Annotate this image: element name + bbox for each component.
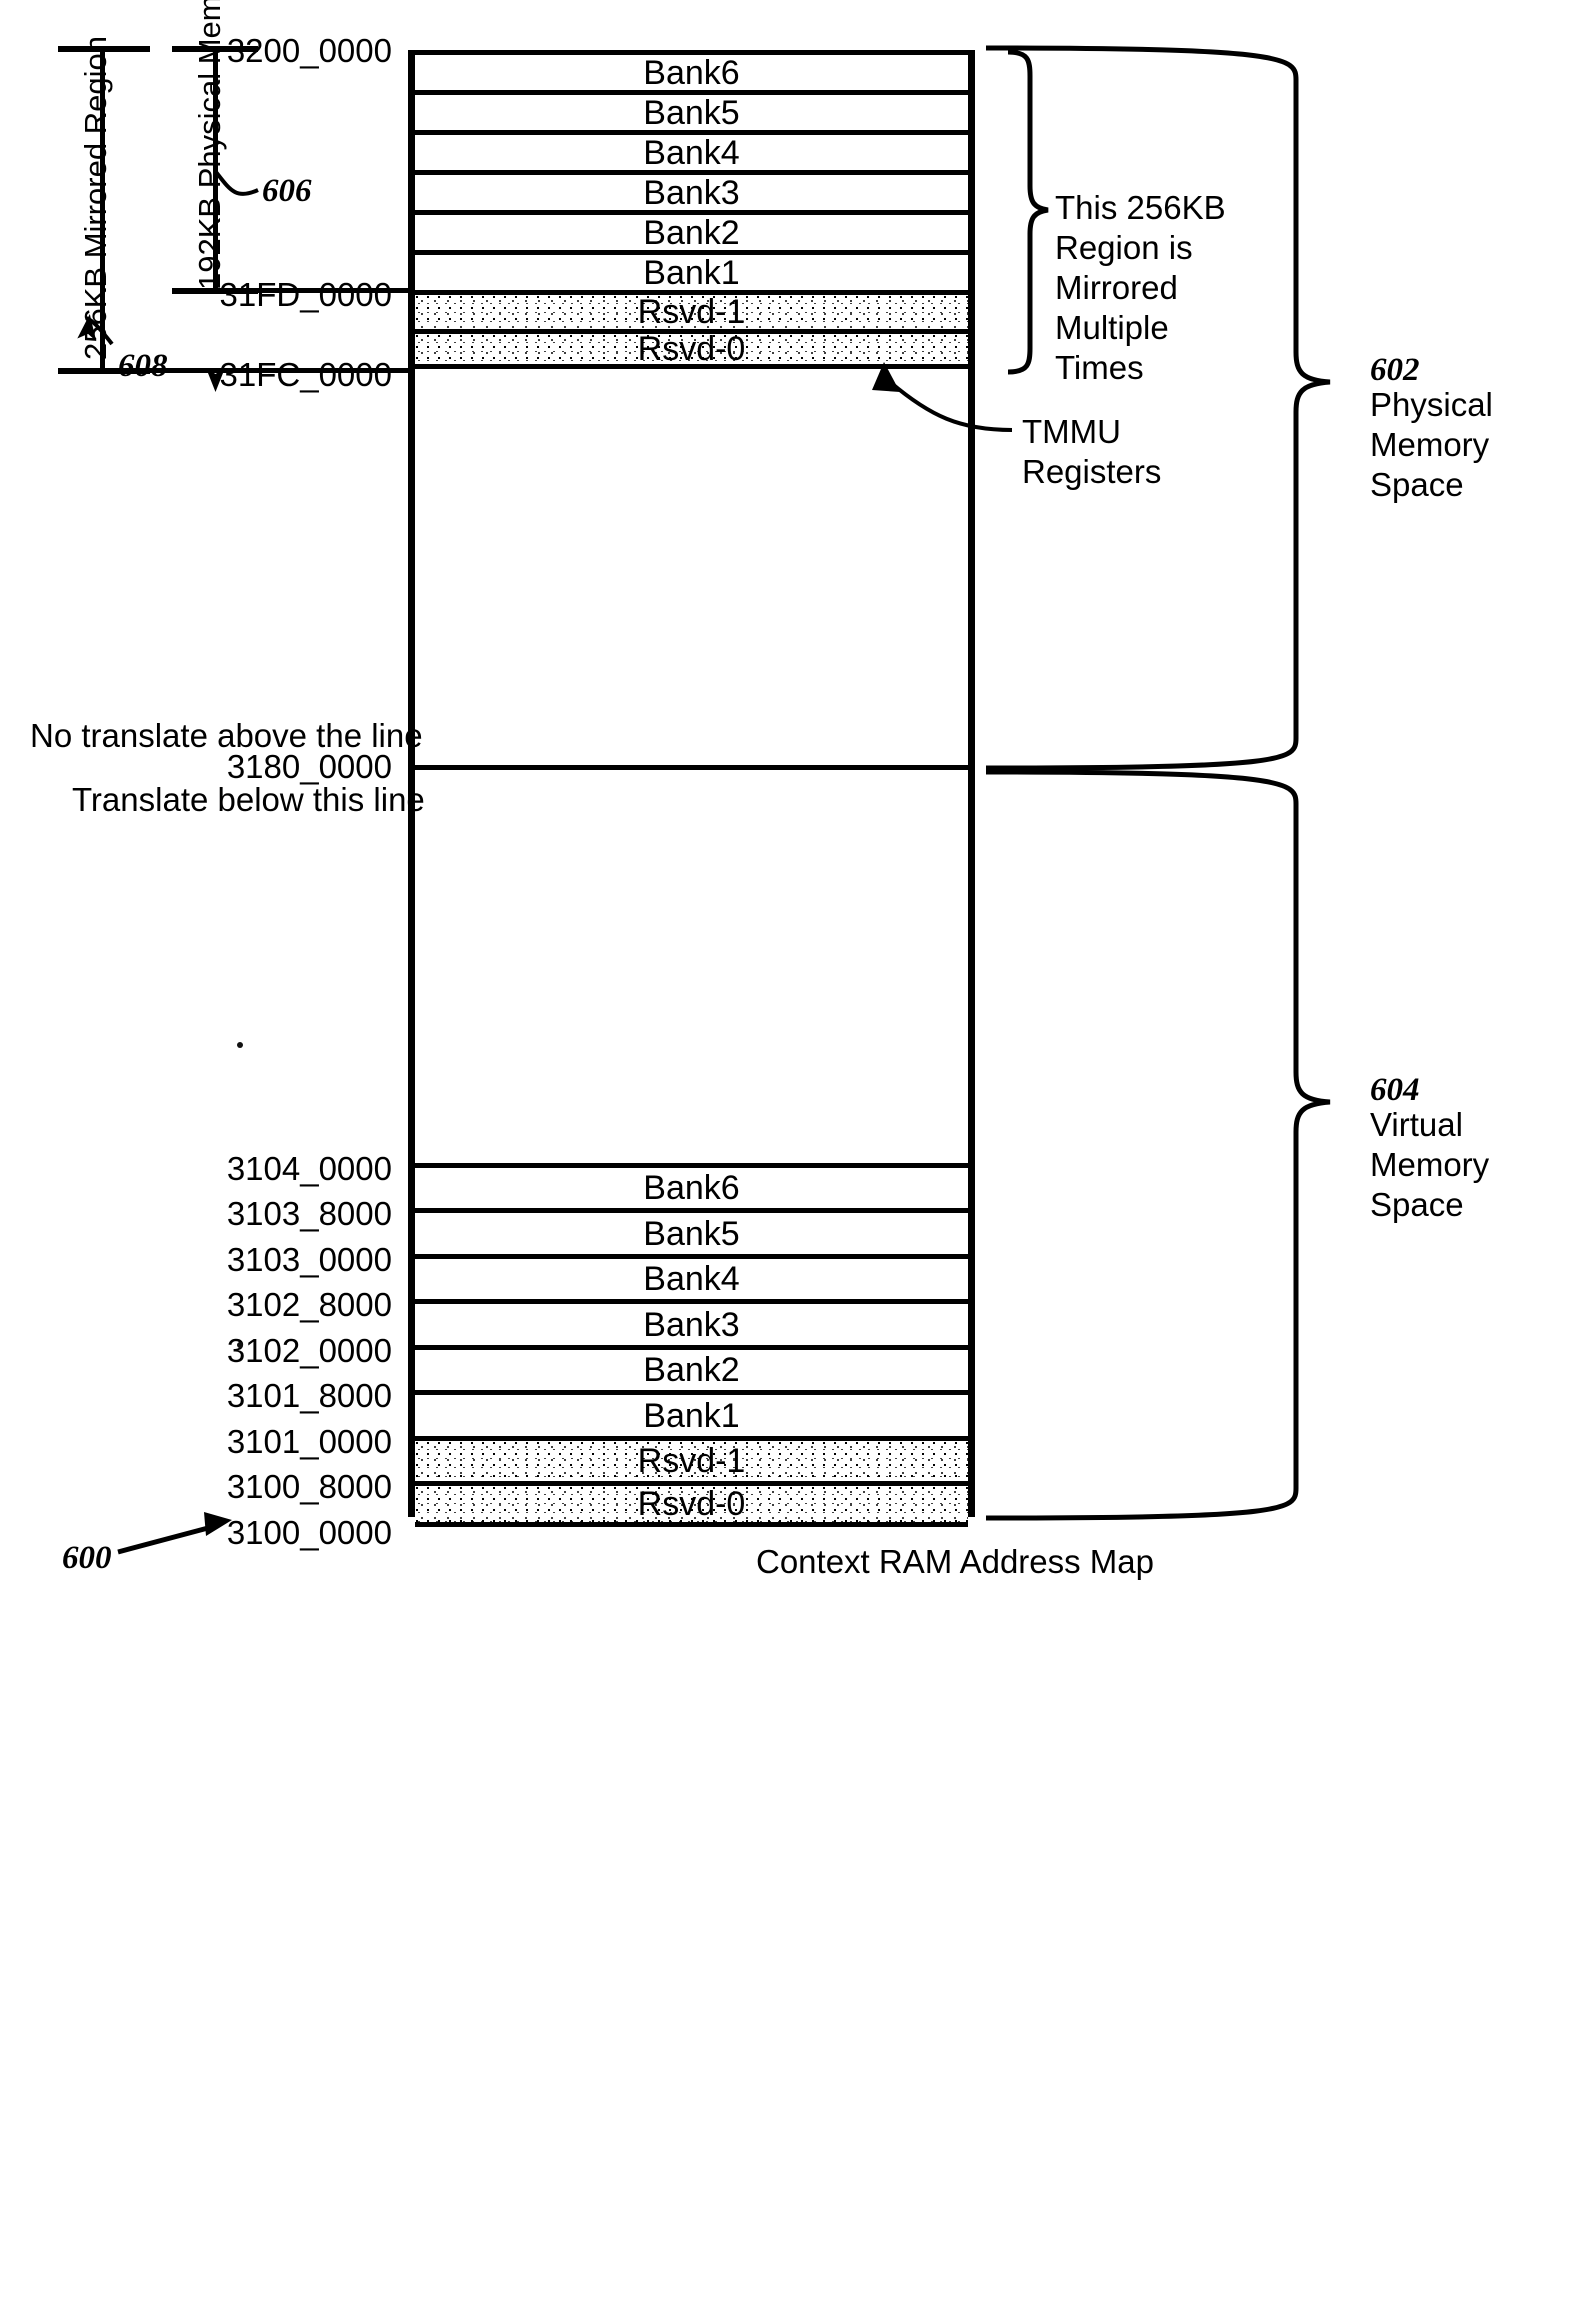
address-label-3101-8000: 3101_8000	[226, 1377, 392, 1414]
ref-602-label: 602	[1370, 352, 1420, 388]
addr-rule-31FD	[172, 288, 412, 293]
memory-row-top-bank2[interactable]: Bank2	[415, 210, 968, 250]
virtual-memory-space-note: Virtual Memory Space	[1370, 1106, 1490, 1223]
address-label-3100-8000: 3100_8000	[226, 1468, 392, 1505]
addr-rule-31FC	[58, 368, 412, 373]
address-label-3200-0000: 3200_0000	[226, 32, 392, 69]
memory-row-bottom-bank1[interactable]: Bank1	[415, 1390, 968, 1436]
memory-row-label: Bank6	[643, 1169, 740, 1207]
memory-row-label: Bank5	[643, 93, 740, 132]
mirror-region-note: This 256KB Region is Mirrored Multiple T…	[1055, 189, 1226, 386]
memory-row-label: Bank3	[643, 1305, 740, 1344]
address-label-3102-0000: 3102_0000	[226, 1332, 392, 1369]
memory-row-label: Rsvd-1	[637, 293, 746, 331]
ref-604-label: 604	[1370, 1072, 1420, 1108]
memory-row-top-bank1[interactable]: Bank1	[415, 250, 968, 290]
memory-row-label: Bank1	[643, 1396, 740, 1435]
address-label-3104-0000: 3104_0000	[226, 1150, 392, 1187]
address-label-3100-0000: 3100_0000	[226, 1514, 392, 1551]
memory-row-top-bank3[interactable]: Bank3	[415, 170, 968, 210]
memory-row-top-bank4[interactable]: Bank4	[415, 130, 968, 170]
memory-row-bottom-bank3[interactable]: Bank3	[415, 1299, 968, 1345]
memory-row-bottom-rsvd1[interactable]: Rsvd-1	[415, 1436, 968, 1481]
memory-row-label: Rsvd-1	[637, 1442, 746, 1480]
memory-row-label: Bank3	[643, 173, 740, 212]
address-label-3103-8000: 3103_8000	[226, 1195, 392, 1232]
memory-row-label: Bank1	[643, 253, 740, 292]
memory-row-label: Bank2	[643, 213, 740, 252]
memory-row-top-bank6[interactable]: Bank6	[415, 50, 968, 90]
memory-row-label: Bank2	[643, 1351, 740, 1389]
memory-row-label: Bank4	[643, 1260, 740, 1298]
physical-memory-space-note: Physical Memory Space	[1370, 386, 1493, 503]
memory-row-bottom-bank4[interactable]: Bank4	[415, 1254, 968, 1299]
memory-row-top-rsvd1[interactable]: Rsvd-1	[415, 290, 968, 329]
tmmu-registers-note: TMMU Registers	[1022, 413, 1162, 490]
address-label-3102-8000: 3102_8000	[226, 1286, 392, 1323]
address-label-3101-0000: 3101_0000	[226, 1423, 392, 1460]
address-label-31FC-0000: 31FC_0000	[219, 356, 392, 393]
context-ram-address-map-table: Bank6 Bank5 Bank4 Bank3 Bank2 Bank1 Rsvd…	[408, 50, 975, 1527]
scan-artifact-dot	[237, 1042, 243, 1048]
memory-row-label: Bank5	[643, 1214, 740, 1253]
no-translate-note: No translate above the line	[30, 717, 423, 754]
memory-row-bottom-bank6[interactable]: Bank6	[415, 1163, 968, 1208]
virtual-memory-space-brace	[985, 769, 1331, 1521]
figure-caption: Context RAM Address Map	[756, 1543, 1154, 1580]
memory-row-top-bank5[interactable]: Bank5	[415, 90, 968, 130]
address-label-31FD-0000: 31FD_0000	[219, 276, 392, 313]
figure-number-600: 600	[62, 1540, 112, 1576]
mirrored-region-brace	[1007, 49, 1049, 375]
memory-row-bottom-rsvd0[interactable]: Rsvd-0	[415, 1481, 968, 1527]
memory-row-label: Rsvd-0	[637, 330, 746, 368]
ref-606-label: 606	[262, 173, 312, 209]
mirrored-region-label: 256KB Mirrored Region	[78, 36, 113, 360]
memory-row-bottom-bank2[interactable]: Bank2	[415, 1345, 968, 1390]
memory-row-bottom-bank5[interactable]: Bank5	[415, 1208, 968, 1254]
address-label-3103-0000: 3103_0000	[226, 1241, 392, 1278]
translate-below-note: Translate below this line	[72, 781, 425, 818]
memory-row-top-rsvd0[interactable]: Rsvd-0	[415, 329, 968, 369]
memory-row-label: Bank6	[643, 53, 740, 92]
memory-row-label: Rsvd-0	[637, 1485, 746, 1523]
physical-memory-space-brace	[985, 45, 1331, 771]
memory-row-label: Bank4	[643, 133, 740, 172]
